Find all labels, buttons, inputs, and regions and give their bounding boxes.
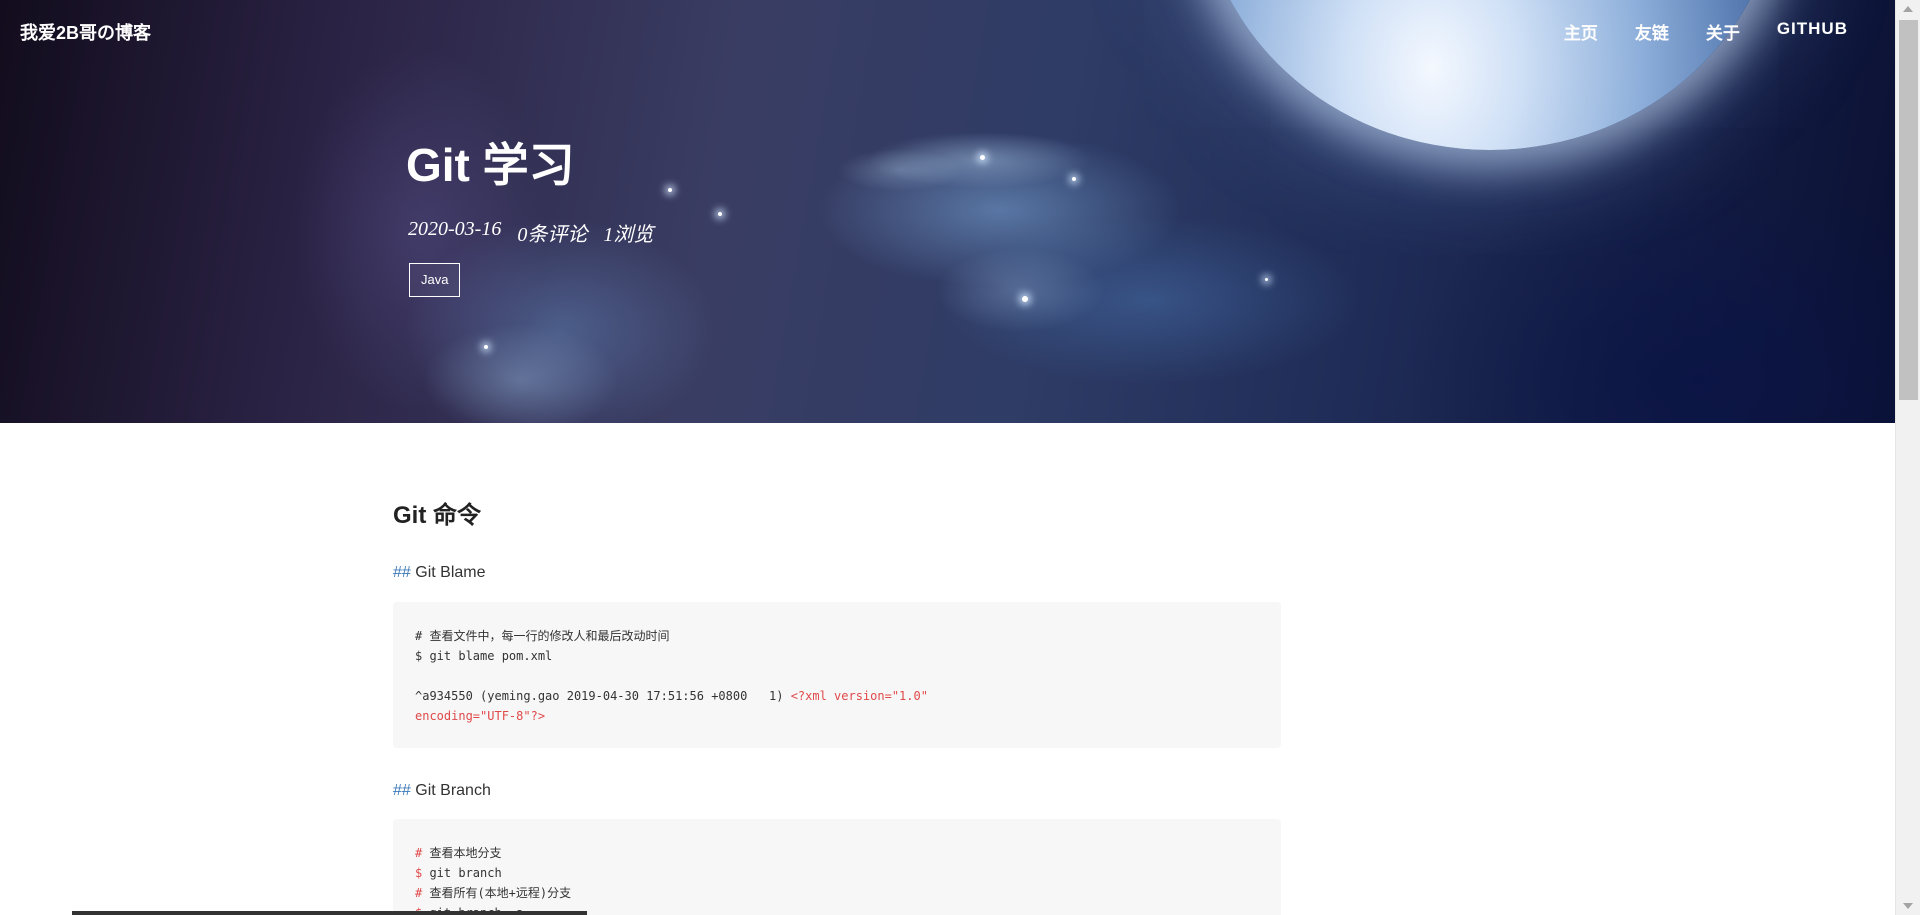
post-tag-java[interactable]: Java [409, 263, 461, 297]
nav-about[interactable]: 关于 [1706, 19, 1740, 44]
nav-github[interactable]: GITHUB [1777, 19, 1848, 44]
post-title: Git 学习 [406, 139, 575, 191]
star [718, 212, 722, 216]
post-comment-count: 0条评论 [517, 224, 588, 246]
code-prefix: # [415, 886, 430, 900]
code-prefix: # [415, 846, 430, 860]
star [1265, 278, 1268, 281]
code-line: $ git blame pom.xml [415, 649, 553, 663]
code-block-git-branch: # 查看本地分支 $ git branch # 查看所有(本地+远程)分支 $ … [393, 819, 1281, 915]
scroll-up-arrow-icon[interactable] [1903, 6, 1913, 12]
star [1072, 177, 1076, 181]
code-text: ^a934550 (yeming.gao 2019-04-30 17:51:56… [415, 689, 791, 703]
code-line: encoding="UTF-8"?> [415, 709, 546, 723]
post-date: 2020-03-16 [408, 218, 502, 240]
heading-hash: ## [393, 564, 411, 581]
scroll-down-arrow-icon[interactable] [1903, 903, 1913, 909]
code-line: ^a934550 (yeming.gao 2019-04-30 17:51:56… [415, 686, 1259, 706]
section-heading-git-blame: ## Git Blame [393, 564, 486, 582]
code-line: # 查看文件中，每一行的修改人和最后改动时间 [415, 629, 670, 643]
heading-hash: ## [393, 782, 411, 799]
star [484, 345, 488, 349]
code-text: git branch [429, 866, 502, 880]
article-heading: Git 命令 [393, 502, 481, 529]
nav-links[interactable]: 友链 [1635, 19, 1669, 44]
code-prefix: $ [415, 866, 430, 880]
star [668, 188, 672, 192]
scrollbar-thumb[interactable] [1899, 20, 1918, 400]
code-line: # 查看所有(本地+远程)分支 [415, 883, 1259, 903]
section-heading-git-branch: ## Git Branch [393, 782, 491, 800]
code-line: # 查看本地分支 [415, 843, 1259, 863]
star [1022, 296, 1028, 302]
nav-home[interactable]: 主页 [1564, 19, 1598, 44]
code-xml-declaration: <?xml version="1.0" [790, 689, 928, 703]
code-text: 查看所有(本地+远程)分支 [429, 886, 572, 900]
page-bottom-edge [72, 911, 587, 915]
main-nav: 主页 友链 关于 GITHUB [1527, 19, 1848, 44]
page: 我爱2B哥の博客 主页 友链 关于 GITHUB Git 学习 2020-03-… [0, 0, 1920, 915]
post-meta: 2020-03-16 0条评论 1浏览 [408, 218, 653, 247]
site-title-link[interactable]: 我爱2B哥の博客 [20, 19, 151, 45]
code-text: 查看本地分支 [429, 846, 502, 860]
star [980, 155, 985, 160]
code-block-git-blame: # 查看文件中，每一行的修改人和最后改动时间 $ git blame pom.x… [393, 602, 1281, 748]
code-line: $ git branch [415, 863, 1259, 883]
vertical-scrollbar[interactable] [1895, 0, 1920, 915]
section-title: Git Blame [415, 564, 486, 581]
section-title: Git Branch [415, 782, 491, 799]
post-view-count: 1浏览 [603, 224, 654, 246]
hero-banner: 我爱2B哥の博客 主页 友链 关于 GITHUB Git 学习 2020-03-… [0, 0, 1895, 423]
